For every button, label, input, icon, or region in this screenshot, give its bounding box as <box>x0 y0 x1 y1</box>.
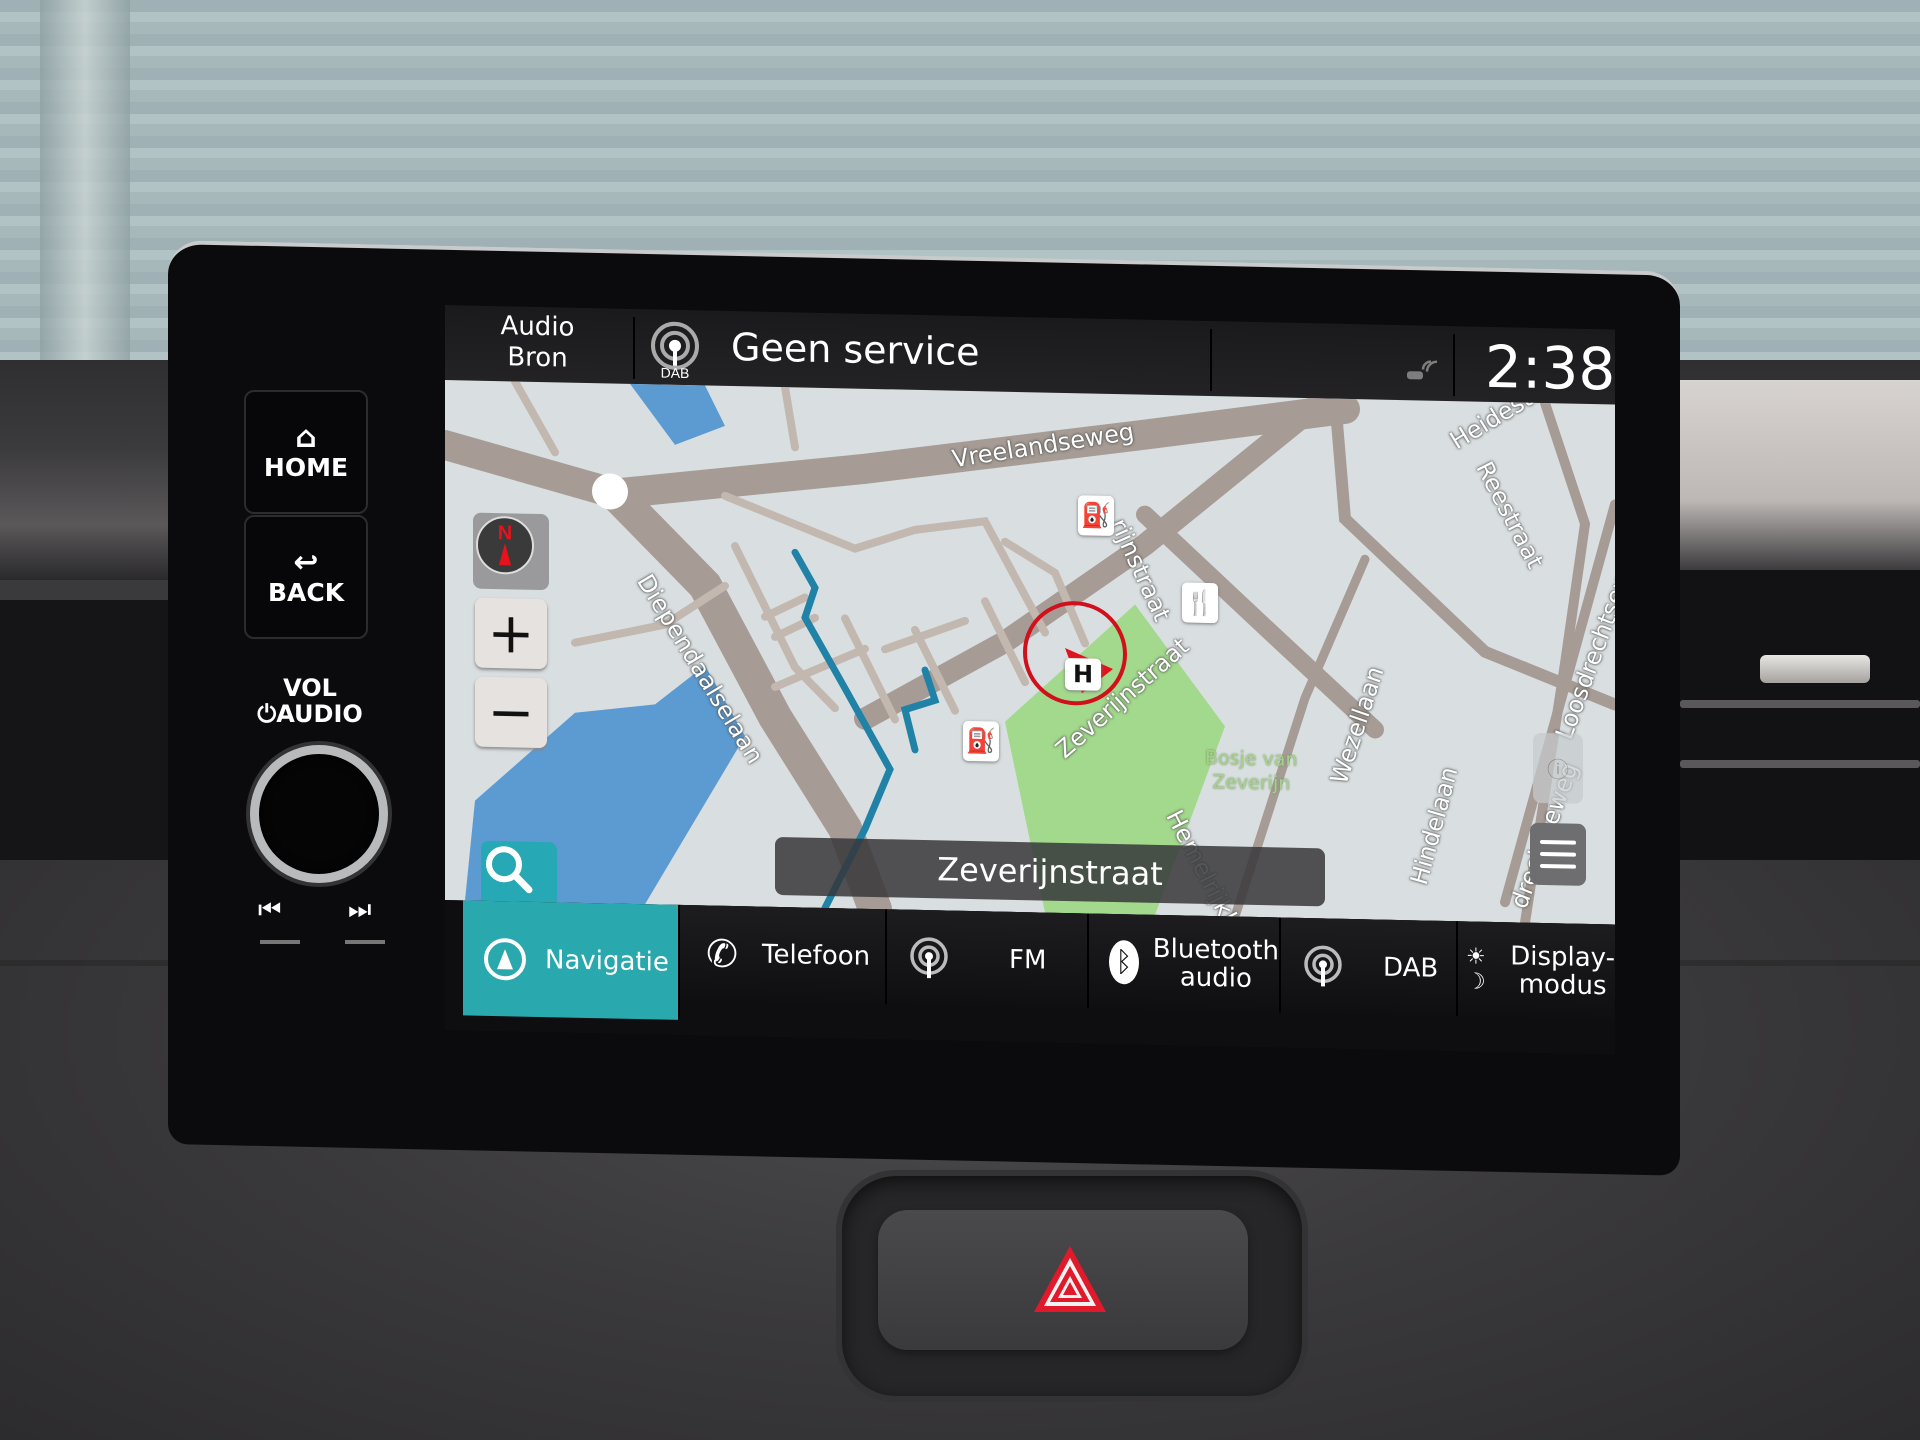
dealer-poi[interactable]: H <box>1065 657 1101 691</box>
volume-power-knob[interactable] <box>250 745 388 883</box>
map-menu-button[interactable] <box>1530 822 1586 886</box>
minus-icon: − <box>487 679 535 746</box>
dashboard-right-panel <box>1680 380 1920 580</box>
dab-radio-icon: DAB <box>651 321 699 381</box>
tab-display-modus[interactable]: ☀☽ Display- modus <box>1458 921 1615 1020</box>
air-vent-left <box>0 600 180 860</box>
infotainment-screen: Audio Bron DAB Geen service 2:38 Vreelan… <box>445 305 1615 1055</box>
station-name: Geen service <box>731 324 980 375</box>
background-pillar <box>40 0 130 380</box>
radio-icon <box>1301 943 1345 988</box>
back-arrow-icon: ↩ <box>293 544 319 580</box>
home-button[interactable]: ⌂ HOME <box>244 390 368 514</box>
menu-line <box>1540 839 1576 845</box>
air-vent-right <box>1680 570 1920 870</box>
svg-text:N: N <box>498 522 512 544</box>
tab-label-line2: modus <box>1518 968 1607 1001</box>
current-street-banner: Zeverijnstraat <box>775 836 1325 907</box>
previous-track-button[interactable]: ⏮ <box>258 895 282 926</box>
button-divider <box>260 940 300 944</box>
restaurant-poi[interactable]: 🍴 <box>1182 582 1218 624</box>
vent-slat <box>1680 760 1920 768</box>
fuel-station-poi[interactable]: ⛽ <box>1078 495 1114 537</box>
tab-label: FM <box>1009 944 1047 976</box>
button-divider <box>345 940 385 944</box>
tab-label-line2: audio <box>1179 961 1252 994</box>
honda-dealer-icon: H <box>1072 660 1094 689</box>
fuel-icon: ⛽ <box>1081 501 1111 530</box>
park-label: Bosje van Zeverijn <box>1205 746 1298 796</box>
bottom-navigation-bar: Navigatie ✆ Telefoon FM ᛒ Bluetooth audi… <box>445 900 1615 1055</box>
navigation-icon <box>483 936 527 981</box>
zoom-in-button[interactable]: + <box>475 597 547 670</box>
tab-fm[interactable]: FM <box>887 909 1089 1009</box>
previous-track-icon: ⏮ <box>258 895 282 925</box>
fuel-icon: ⛽ <box>966 726 996 756</box>
hardware-control-panel: ⌂ HOME ↩ BACK VOL ⏻AUDIO ⏮ ⏭ <box>230 380 390 980</box>
park-name-line2: Zeverijn <box>1212 771 1291 795</box>
audio-source-line1: Audio <box>500 311 575 343</box>
water-area <box>630 383 725 445</box>
tab-bluetooth-audio[interactable]: ᛒ Bluetooth audio <box>1089 913 1281 1013</box>
volume-label: VOL ⏻AUDIO <box>230 675 390 727</box>
tab-label: Telefoon <box>762 939 871 972</box>
vent-slat <box>1680 700 1920 708</box>
connected-car-signal-icon <box>1407 360 1438 380</box>
hazard-icon <box>1034 1246 1106 1312</box>
tab-label-line1: Display- <box>1510 940 1615 974</box>
status-divider <box>1453 334 1455 397</box>
vol-text: VOL <box>283 674 337 702</box>
traffic-info-button[interactable]: ⓘ <box>1533 732 1583 804</box>
compass-icon: N <box>476 516 534 575</box>
tab-label: Display- modus <box>1510 940 1615 1001</box>
tab-dab[interactable]: DAB <box>1281 917 1458 1017</box>
svg-text:DAB: DAB <box>661 365 690 381</box>
menu-line <box>1540 851 1576 857</box>
clock: 2:38 <box>1485 332 1615 404</box>
vent-adjust-knob[interactable] <box>1760 655 1870 683</box>
menu-line <box>1540 863 1576 869</box>
tab-telefoon[interactable]: ✆ Telefoon <box>680 904 887 1005</box>
back-button[interactable]: ↩ BACK <box>244 515 368 639</box>
minor-roads <box>511 380 1089 724</box>
home-button-label: HOME <box>263 452 349 482</box>
fuel-station-poi[interactable]: ⛽ <box>963 720 999 762</box>
home-icon: ⌂ <box>295 419 317 455</box>
tab-label: Navigatie <box>545 944 669 978</box>
next-track-icon: ⏭ <box>348 895 372 925</box>
next-track-button[interactable]: ⏭ <box>348 895 372 926</box>
power-icon: ⏻ <box>257 700 277 728</box>
status-divider <box>1210 329 1212 392</box>
audio-text: AUDIO <box>276 700 363 728</box>
bluetooth-icon: ᛒ <box>1109 939 1139 985</box>
status-divider <box>633 316 635 379</box>
info-icon: ⓘ <box>1546 758 1569 784</box>
compass-button[interactable]: N <box>473 512 549 591</box>
search-icon <box>486 846 533 894</box>
audio-source-line2: Bron <box>507 342 568 374</box>
day-night-icon: ☀☽ <box>1466 943 1486 995</box>
radio-icon <box>907 935 951 980</box>
restaurant-icon: 🍴 <box>1185 588 1215 618</box>
navigation-map[interactable]: Vreelandseweg Diependaalselaan Zeverijns… <box>445 380 1615 925</box>
tab-label: DAB <box>1383 952 1439 984</box>
park-name-line1: Bosje van <box>1205 746 1298 771</box>
zoom-out-button[interactable]: − <box>475 676 547 749</box>
audio-source-button[interactable]: Audio Bron <box>445 310 630 382</box>
tab-label: Bluetooth audio <box>1152 933 1279 994</box>
tab-navigatie[interactable]: Navigatie <box>463 900 680 1020</box>
tab-label-line1: Bluetooth <box>1152 933 1279 966</box>
phone-icon: ✆ <box>706 930 738 976</box>
back-button-label: BACK <box>267 577 345 607</box>
plus-icon: + <box>487 600 535 667</box>
